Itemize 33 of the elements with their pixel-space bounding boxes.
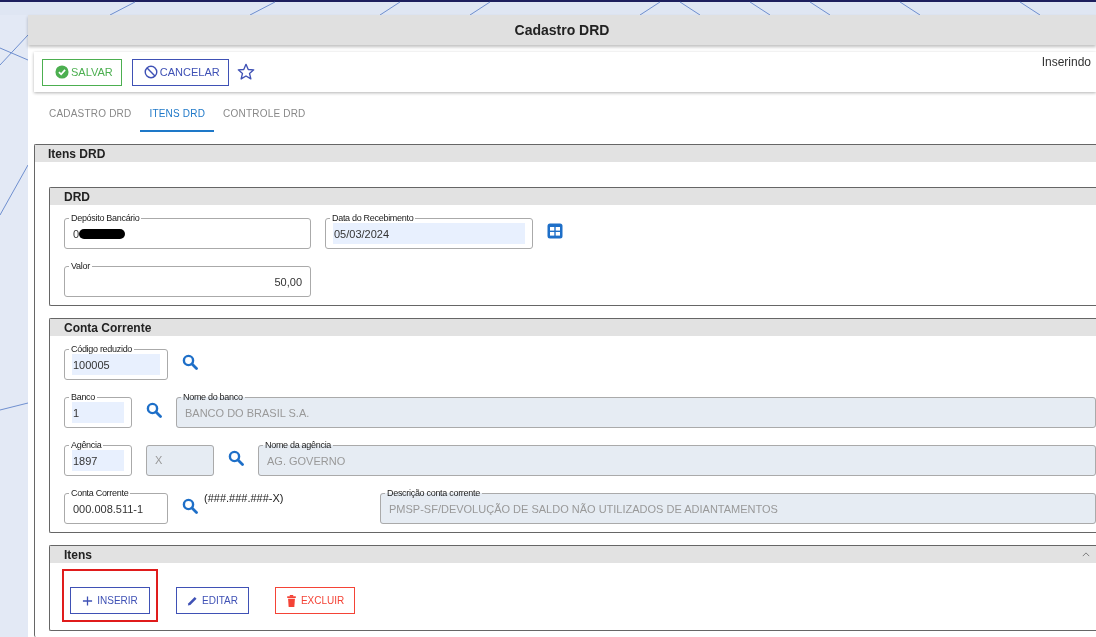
search-icon[interactable] — [182, 354, 198, 370]
tab[interactable]: CADASTRO DRD — [40, 102, 141, 130]
format-hint: (###.###.###-X) — [204, 492, 285, 504]
text-field[interactable]: Banco 1 — [64, 392, 132, 428]
text-field[interactable]: Agência 1897 — [64, 440, 132, 476]
toolbar-button[interactable]: CANCELAR — [131, 58, 229, 86]
text-field[interactable]: Data do Recebimento 05/03/2024 — [325, 213, 533, 249]
search-icon[interactable] — [228, 450, 244, 466]
text-field[interactable]: Código reduzido 100005 — [64, 344, 168, 380]
text-field[interactable]: Conta Corrente 000.008.511-1 — [64, 488, 168, 524]
action-button[interactable]: EXCLUIR — [274, 587, 356, 614]
panel-title: Itens — [64, 547, 92, 562]
panel-title: Itens DRD — [48, 146, 106, 161]
calendar-icon[interactable] — [547, 223, 563, 239]
text-field[interactable]: Depósito Bancário 0 — [64, 213, 311, 249]
check-circle-icon — [55, 65, 69, 79]
trash-icon — [285, 594, 297, 607]
star-icon[interactable] — [236, 63, 255, 81]
plus-icon — [82, 594, 94, 607]
window-title: Cadastro DRD — [514, 22, 610, 38]
tab[interactable]: CONTROLE DRD — [214, 102, 315, 130]
panel-title: DRD — [64, 189, 90, 204]
search-icon[interactable] — [182, 498, 198, 514]
tab[interactable]: ITENS DRD — [140, 102, 215, 132]
chevron-icon[interactable] — [1082, 552, 1090, 557]
mode-label: Inserindo — [1041, 55, 1091, 69]
action-button[interactable]: EDITAR — [176, 587, 249, 614]
panel-title: Conta Corrente — [64, 320, 152, 335]
prohibited-icon — [143, 65, 158, 79]
action-button[interactable]: INSERIR — [70, 587, 150, 614]
text-field[interactable]: Valor 50,00 — [64, 261, 311, 297]
search-icon[interactable] — [146, 402, 162, 418]
pencil-icon — [187, 594, 198, 607]
